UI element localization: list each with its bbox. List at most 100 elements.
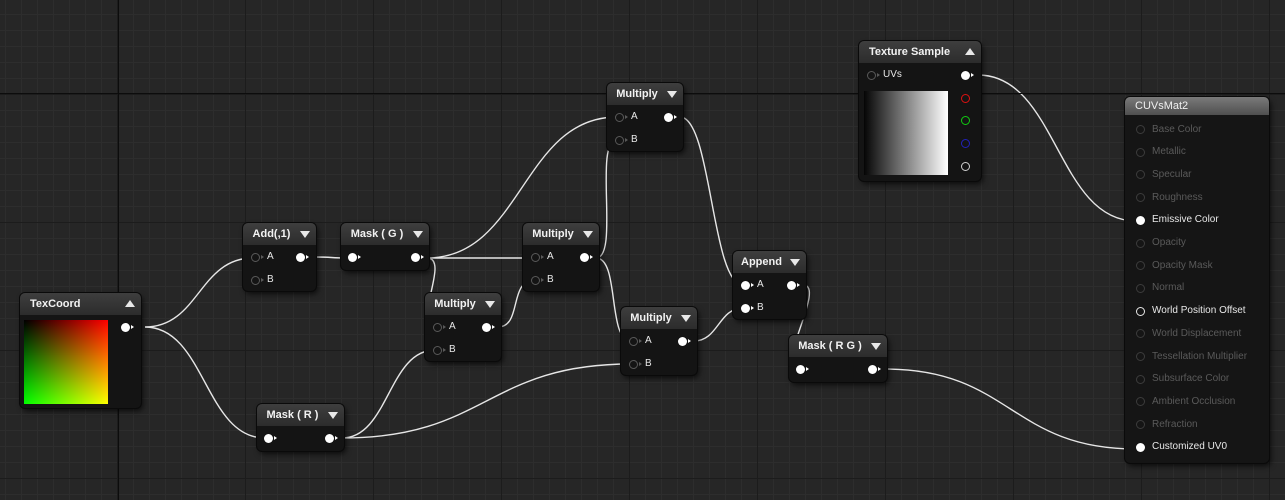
texture-sample-title: Texture Sample xyxy=(859,41,981,63)
mask-g-output-pin[interactable] xyxy=(411,253,424,262)
mask-r-node[interactable]: Mask ( R ) xyxy=(257,404,344,451)
multiply-mid-node[interactable]: Multiply A B xyxy=(523,223,599,291)
material-input-tessellation-multiplier-pin[interactable] xyxy=(1136,352,1145,361)
mask-r-input-pin[interactable] xyxy=(264,434,277,443)
material-input-roughness-label: Roughness xyxy=(1152,191,1203,203)
material-input-normal-pin[interactable] xyxy=(1136,283,1145,293)
append-input-a-label: A xyxy=(757,279,764,290)
material-result-node[interactable]: CUVsMat2 Base Color Metallic Specular Rough… xyxy=(1125,97,1269,463)
append-input-a-pin[interactable] xyxy=(741,281,754,290)
material-input-specular-pin[interactable] xyxy=(1136,170,1145,180)
mask-g-node[interactable]: Mask ( G ) xyxy=(341,223,429,270)
material-input-world-position-offset-pin[interactable] xyxy=(1136,306,1145,316)
wire-mask-r-to-multiply-right xyxy=(341,363,632,439)
collapse-icon[interactable] xyxy=(413,231,423,238)
texture-uvs-input-pin[interactable] xyxy=(867,71,880,80)
multiply-right-input-b-pin[interactable] xyxy=(629,360,642,369)
mask-rg-input-pin[interactable] xyxy=(796,365,809,374)
material-input-tessellation-multiplier-label: Tessellation Multiplier xyxy=(1152,350,1248,362)
material-input-base-color-label: Base Color xyxy=(1152,123,1202,135)
multiply-right-input-a-label: A xyxy=(645,335,652,346)
collapse-icon[interactable] xyxy=(790,259,800,266)
multiply-low-node[interactable]: Multiply A B xyxy=(425,293,501,361)
material-input-opacity-pin[interactable] xyxy=(1136,238,1145,248)
multiply-top-output-pin[interactable] xyxy=(664,113,677,122)
add-input-b-label: B xyxy=(267,274,274,285)
connection-wires xyxy=(144,74,1137,450)
collapse-icon[interactable] xyxy=(871,343,881,350)
wire-multiply-mid-to-multiply-top xyxy=(595,139,618,259)
texture-uvs-label: UVs xyxy=(883,69,902,80)
multiply-low-input-a-label: A xyxy=(449,321,456,332)
texture-red-output-pin[interactable] xyxy=(961,94,970,103)
append-node[interactable]: Append A B xyxy=(733,251,806,319)
multiply-mid-input-a-pin[interactable] xyxy=(531,253,544,262)
multiply-top-input-b-pin[interactable] xyxy=(615,136,628,145)
multiply-low-output-pin[interactable] xyxy=(482,323,495,332)
material-input-opacity-mask-pin[interactable] xyxy=(1136,261,1145,271)
collapse-icon[interactable] xyxy=(583,231,593,238)
mask-g-input-pin[interactable] xyxy=(348,253,361,262)
collapse-icon[interactable] xyxy=(300,231,310,238)
material-input-opacity-mask-label: Opacity Mask xyxy=(1152,259,1213,271)
texture-alpha-output-pin[interactable] xyxy=(961,162,970,171)
multiply-low-input-a-pin[interactable] xyxy=(433,323,446,332)
texture-rgb-output-pin[interactable] xyxy=(961,71,974,80)
material-input-world-displacement-pin[interactable] xyxy=(1136,329,1145,339)
wire-texcoord-to-add xyxy=(144,257,254,328)
material-input-emissive-color-pin[interactable] xyxy=(1136,215,1145,225)
material-input-roughness-pin[interactable] xyxy=(1136,193,1145,203)
append-output-pin[interactable] xyxy=(787,281,800,290)
multiply-mid-input-b-pin[interactable] xyxy=(531,276,544,285)
mask-rg-output-pin[interactable] xyxy=(868,365,881,374)
material-input-emissive-color-label: Emissive Color xyxy=(1152,214,1219,226)
material-input-subsurface-color-pin[interactable] xyxy=(1136,374,1145,384)
collapse-icon[interactable] xyxy=(328,412,338,419)
mask-r-output-pin[interactable] xyxy=(325,434,338,443)
multiply-right-output-pin[interactable] xyxy=(678,337,691,346)
add-input-a-pin[interactable] xyxy=(251,253,264,262)
multiply-top-node[interactable]: Multiply A B xyxy=(607,83,683,151)
add-output-pin[interactable] xyxy=(296,253,309,262)
collapse-icon[interactable] xyxy=(965,48,975,55)
multiply-right-node[interactable]: Multiply A B xyxy=(621,307,697,375)
add-node[interactable]: Add(,1) A B xyxy=(243,223,316,291)
material-input-ambient-occlusion-label: Ambient Occlusion xyxy=(1152,395,1236,407)
texture-blue-output-pin[interactable] xyxy=(961,139,970,148)
material-input-customized-uv0-label: Customized UV0 xyxy=(1152,441,1228,453)
multiply-top-input-a-label: A xyxy=(631,111,638,122)
collapse-icon[interactable] xyxy=(667,91,677,98)
collapse-icon[interactable] xyxy=(681,315,691,322)
material-input-world-position-offset-label: World Position Offset xyxy=(1152,305,1246,317)
collapse-icon[interactable] xyxy=(125,300,135,307)
material-input-ambient-occlusion-pin[interactable] xyxy=(1136,397,1145,407)
material-input-customized-uv0-pin[interactable] xyxy=(1136,442,1145,452)
wire-texcoord-to-mask-r xyxy=(144,326,266,439)
collapse-icon[interactable] xyxy=(485,301,495,308)
texcoord-preview xyxy=(24,320,108,404)
multiply-low-input-b-label: B xyxy=(449,344,456,355)
material-input-refraction-pin[interactable] xyxy=(1136,420,1145,430)
texcoord-node[interactable]: TexCoord xyxy=(20,293,141,408)
multiply-mid-input-a-label: A xyxy=(547,251,554,262)
multiply-low-input-b-pin[interactable] xyxy=(433,346,446,355)
add-input-a-label: A xyxy=(267,251,274,262)
multiply-mid-input-b-label: B xyxy=(547,274,554,285)
texcoord-output-pin[interactable] xyxy=(121,323,134,332)
material-input-base-color-pin[interactable] xyxy=(1136,125,1145,134)
material-input-refraction-label: Refraction xyxy=(1152,418,1198,430)
mask-rg-node[interactable]: Mask ( R G ) xyxy=(789,335,887,382)
material-input-metallic-pin[interactable] xyxy=(1136,147,1145,157)
append-input-b-label: B xyxy=(757,302,764,313)
multiply-right-input-a-pin[interactable] xyxy=(629,337,642,346)
multiply-top-input-a-pin[interactable] xyxy=(615,113,628,122)
texture-sample-node[interactable]: Texture Sample UVs xyxy=(859,41,981,181)
material-input-metallic-label: Metallic xyxy=(1152,146,1186,158)
material-input-opacity-label: Opacity xyxy=(1152,237,1186,248)
material-input-specular-label: Specular xyxy=(1152,168,1192,180)
texture-green-output-pin[interactable] xyxy=(961,116,970,125)
append-input-b-pin[interactable] xyxy=(741,304,754,313)
add-input-b-pin[interactable] xyxy=(251,276,264,285)
texcoord-title: TexCoord xyxy=(20,293,141,315)
multiply-mid-output-pin[interactable] xyxy=(580,253,593,262)
